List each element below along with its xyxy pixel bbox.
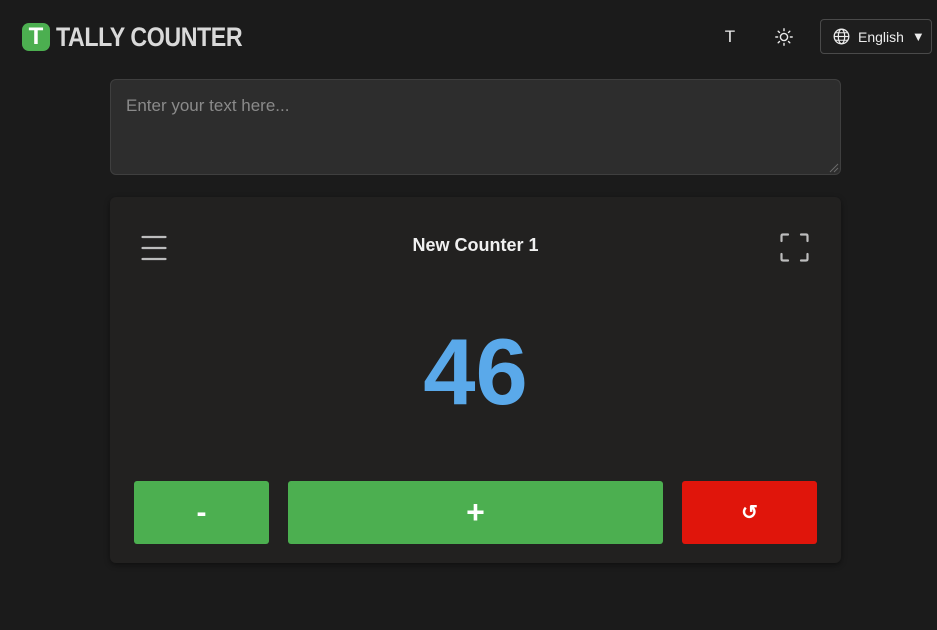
language-select[interactable]: English ▼ [820,19,932,54]
logo-badge-icon: T [22,23,50,51]
app-logo[interactable]: T TALLY COUNTER [22,21,273,52]
increment-button[interactable]: + [288,481,663,544]
globe-icon [833,28,850,45]
language-select-label: English [858,28,904,45]
font-size-toggle-button[interactable]: T [716,24,744,50]
sun-icon [775,28,793,46]
app-title: TALLY COUNTER [56,21,243,52]
counter-card: New Counter 1 46 - + ↺ [110,197,841,563]
text-input[interactable] [110,79,841,175]
caret-down-icon: ▼ [911,29,925,44]
decrement-button[interactable]: - [134,481,269,544]
counter-name[interactable]: New Counter 1 [110,235,841,256]
counter-value: 46 [423,319,528,424]
resize-grip-icon[interactable] [827,161,839,173]
fullscreen-icon[interactable] [780,233,809,262]
app-header: T TALLY COUNTER T English ▼ [0,0,937,74]
reset-button[interactable]: ↺ [682,481,817,544]
reset-icon: ↺ [741,502,758,524]
theme-toggle-button[interactable] [770,24,798,50]
